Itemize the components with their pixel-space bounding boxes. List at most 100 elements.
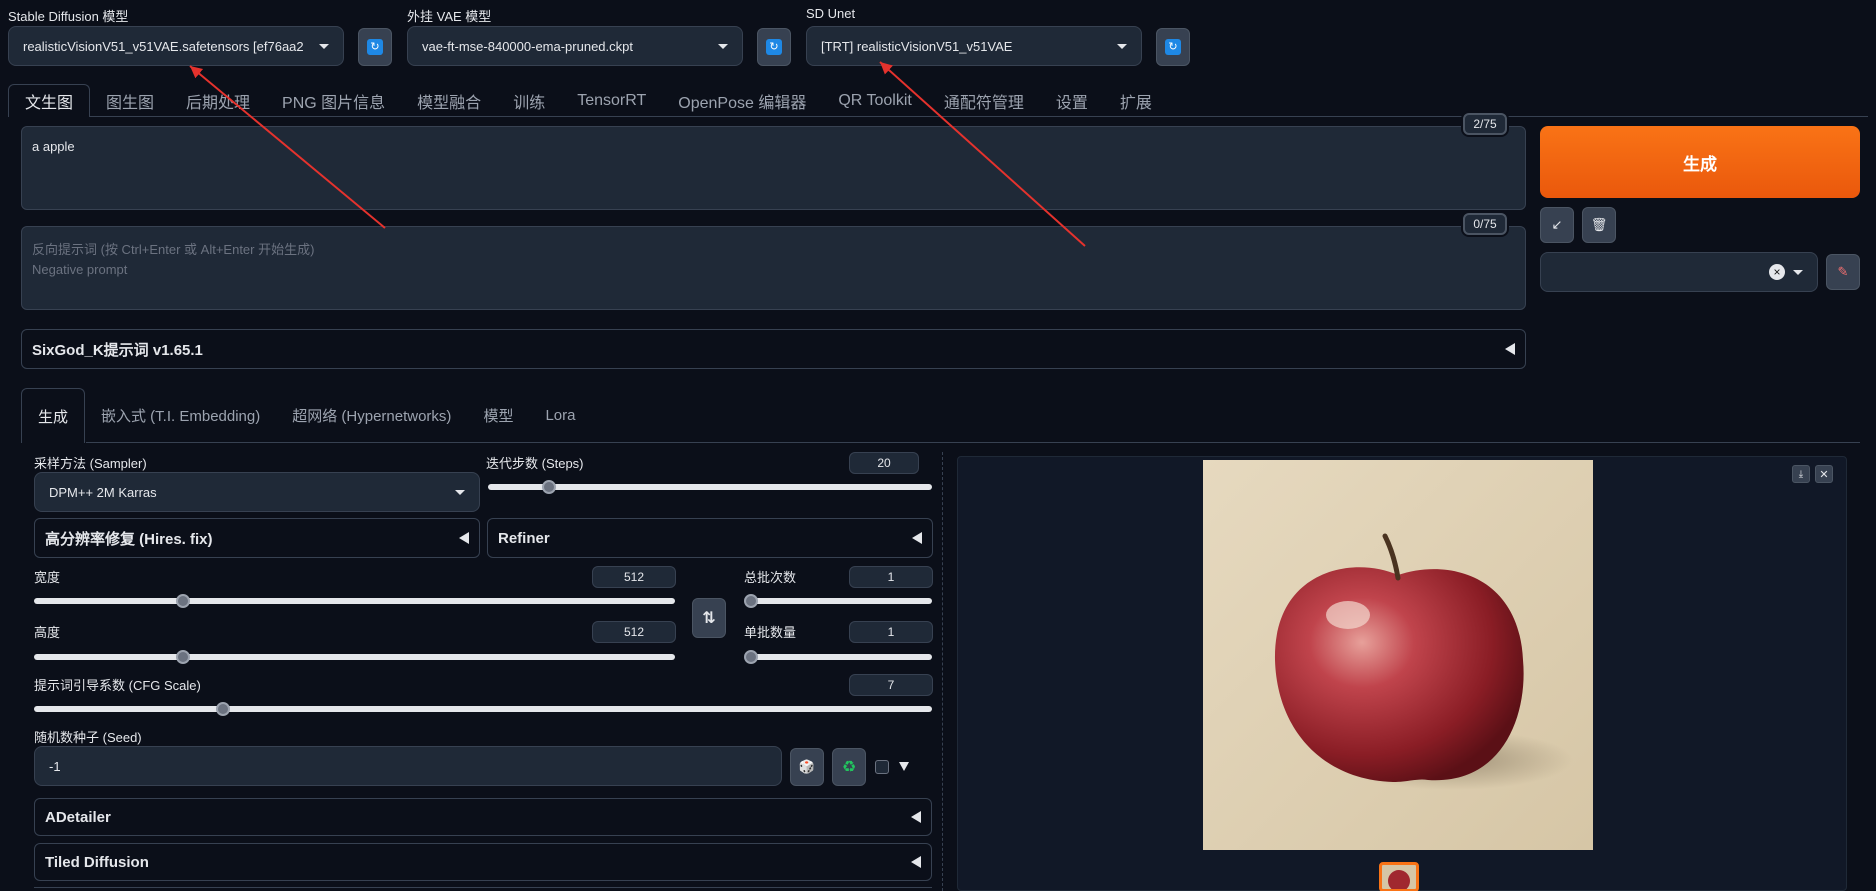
random-seed-button[interactable]: 🎲 bbox=[790, 748, 824, 786]
collapse-icon bbox=[1505, 343, 1515, 355]
gallery-thumbnail[interactable] bbox=[1379, 862, 1419, 891]
dice-icon: 🎲 bbox=[798, 759, 816, 774]
subtab-models[interactable]: 模型 bbox=[467, 388, 529, 443]
tiled-diffusion-title: Tiled Diffusion bbox=[45, 853, 149, 871]
tab-img2img[interactable]: 图生图 bbox=[90, 84, 170, 117]
unet-refresh-button[interactable]: ↻ bbox=[1156, 28, 1190, 66]
recycle-icon: ♻ bbox=[841, 759, 857, 776]
width-number-input[interactable]: 512 bbox=[592, 566, 676, 588]
caret-down-icon bbox=[1117, 43, 1127, 49]
prompt-text: a apple bbox=[32, 139, 75, 154]
tab-wildcards[interactable]: 通配符管理 bbox=[928, 84, 1040, 117]
tab-settings[interactable]: 设置 bbox=[1040, 84, 1104, 117]
brush-icon: ✎ bbox=[1837, 264, 1849, 279]
width-slider-thumb[interactable] bbox=[176, 594, 190, 608]
download-button[interactable]: ⤓ bbox=[1792, 465, 1810, 483]
height-slider[interactable] bbox=[34, 650, 675, 664]
seed-value: -1 bbox=[49, 758, 61, 774]
collapse-icon bbox=[912, 532, 922, 544]
sixgod-title: SixGod_K提示词 v1.65.1 bbox=[32, 341, 203, 359]
caret-down-icon bbox=[455, 489, 465, 495]
tab-txt2img[interactable]: 文生图 bbox=[8, 84, 91, 117]
cfg-slider[interactable] bbox=[34, 702, 932, 716]
subtab-hypernetworks[interactable]: 超网络 (Hypernetworks) bbox=[276, 388, 467, 443]
sd-model-dropdown[interactable]: realisticVisionV51_v51VAE.safetensors [e… bbox=[8, 26, 344, 66]
sd-model-refresh-button[interactable]: ↻ bbox=[358, 28, 392, 66]
unet-label: SD Unet bbox=[806, 6, 856, 21]
prompt-token-counter: 2/75 bbox=[1463, 113, 1507, 135]
generated-image[interactable] bbox=[1203, 460, 1593, 850]
clear-prompt-button[interactable]: 🗑 bbox=[1582, 207, 1616, 243]
refresh-icon: ↻ bbox=[1165, 39, 1181, 55]
refiner-title: Refiner bbox=[498, 529, 550, 547]
tab-merge[interactable]: 模型融合 bbox=[401, 84, 497, 117]
steps-slider-thumb[interactable] bbox=[542, 480, 556, 494]
subtab-embedding[interactable]: 嵌入式 (T.I. Embedding) bbox=[85, 388, 276, 443]
tab-png-info[interactable]: PNG 图片信息 bbox=[266, 84, 401, 117]
styles-dropdown[interactable]: × bbox=[1540, 252, 1818, 292]
read-params-button[interactable]: ↙ bbox=[1540, 207, 1574, 243]
steps-number-input[interactable]: 20 bbox=[849, 452, 919, 474]
collapse-icon bbox=[911, 856, 921, 868]
batch-count-input[interactable]: 1 bbox=[849, 566, 933, 588]
close-icon[interactable]: × bbox=[1769, 264, 1785, 280]
arrow-icon: ↙ bbox=[1551, 217, 1563, 232]
hires-fix-title: 高分辨率修复 (Hires. fix) bbox=[45, 530, 213, 548]
swap-icon: ⇅ bbox=[702, 610, 716, 627]
extra-seed-checkbox[interactable] bbox=[875, 760, 889, 774]
unet-dropdown[interactable]: [TRT] realisticVisionV51_v51VAE bbox=[806, 26, 1142, 66]
next-accordion-edge bbox=[34, 887, 932, 891]
prompt-input[interactable]: a apple bbox=[21, 126, 1526, 210]
steps-slider[interactable] bbox=[488, 480, 932, 494]
reuse-seed-button[interactable]: ♻ bbox=[832, 748, 866, 786]
tiled-diffusion-accordion[interactable]: Tiled Diffusion bbox=[34, 843, 932, 881]
vae-dropdown[interactable]: vae-ft-mse-840000-ema-pruned.ckpt bbox=[407, 26, 743, 66]
caret-down-icon bbox=[319, 43, 329, 49]
sampler-value: DPM++ 2M Karras bbox=[49, 484, 157, 500]
batch-count-slider[interactable] bbox=[744, 594, 932, 608]
apple-image bbox=[1274, 533, 1573, 790]
collapse-icon bbox=[459, 532, 469, 544]
batch-size-input[interactable]: 1 bbox=[849, 621, 933, 643]
swap-dimensions-button[interactable]: ⇅ bbox=[692, 598, 726, 638]
tab-openpose[interactable]: OpenPose 编辑器 bbox=[662, 84, 822, 117]
cfg-slider-thumb[interactable] bbox=[216, 702, 230, 716]
collapse-icon bbox=[911, 811, 921, 823]
refiner-accordion[interactable]: Refiner bbox=[487, 518, 933, 558]
batch-size-slider-thumb[interactable] bbox=[744, 650, 758, 664]
subtab-lora[interactable]: Lora bbox=[529, 388, 591, 443]
adetailer-accordion[interactable]: ADetailer bbox=[34, 798, 932, 836]
negative-token-counter: 0/75 bbox=[1463, 213, 1507, 235]
cfg-number-input[interactable]: 7 bbox=[849, 674, 933, 696]
seed-input[interactable]: -1 bbox=[34, 746, 782, 786]
main-tabs: 文生图 图生图 后期处理 PNG 图片信息 模型融合 训练 TensorRT O… bbox=[8, 84, 1168, 117]
negative-prompt-input[interactable]: 反向提示词 (按 Ctrl+Enter 或 Alt+Enter 开始生成) Ne… bbox=[21, 226, 1526, 310]
batch-count-slider-thumb[interactable] bbox=[744, 594, 758, 608]
subtab-generate[interactable]: 生成 bbox=[21, 388, 86, 443]
sixgod-accordion[interactable]: SixGod_K提示词 v1.65.1 bbox=[21, 329, 1526, 369]
download-icon: ⤓ bbox=[1798, 468, 1804, 480]
batch-size-slider[interactable] bbox=[744, 650, 932, 664]
negative-placeholder-2: Negative prompt bbox=[32, 262, 128, 277]
tab-extras[interactable]: 后期处理 bbox=[170, 84, 266, 117]
extra-seed-toggle-icon[interactable] bbox=[899, 762, 909, 771]
height-label: 高度 bbox=[34, 625, 61, 640]
tab-tensorrt[interactable]: TensorRT bbox=[561, 84, 662, 117]
height-number-input[interactable]: 512 bbox=[592, 621, 676, 643]
width-label: 宽度 bbox=[34, 570, 61, 585]
close-gallery-button[interactable]: ✕ bbox=[1815, 465, 1833, 483]
vae-refresh-button[interactable]: ↻ bbox=[757, 28, 791, 66]
generate-button[interactable]: 生成 bbox=[1540, 126, 1860, 198]
output-gallery: ⤓ ✕ bbox=[957, 456, 1847, 891]
height-slider-thumb[interactable] bbox=[176, 650, 190, 664]
tab-qr-toolkit[interactable]: QR Toolkit bbox=[822, 84, 928, 117]
hires-fix-accordion[interactable]: 高分辨率修复 (Hires. fix) bbox=[34, 518, 480, 558]
trash-icon: 🗑 bbox=[1590, 217, 1608, 232]
apply-style-button[interactable]: ✎ bbox=[1826, 254, 1860, 290]
sampler-label: 采样方法 (Sampler) bbox=[34, 456, 147, 471]
tab-train[interactable]: 训练 bbox=[497, 84, 561, 117]
width-slider[interactable] bbox=[34, 594, 675, 608]
tab-extensions[interactable]: 扩展 bbox=[1104, 84, 1168, 117]
sampler-dropdown[interactable]: DPM++ 2M Karras bbox=[34, 472, 480, 512]
caret-down-icon bbox=[718, 43, 728, 49]
